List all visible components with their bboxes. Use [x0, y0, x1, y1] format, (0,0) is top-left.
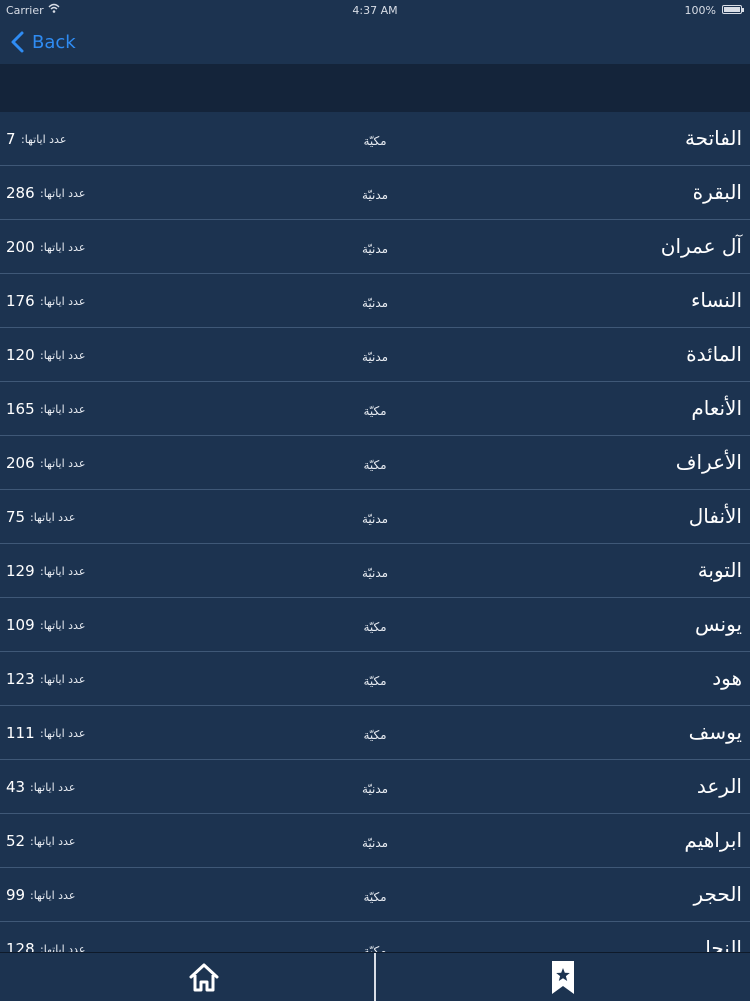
surah-revelation-type: مكيّة [363, 134, 387, 148]
surah-revelation-type: مكيّة [363, 620, 387, 634]
surah-name: التوبة [697, 558, 742, 582]
surah-name: الحجر [693, 882, 742, 906]
battery-percent: 100% [684, 4, 716, 17]
verse-count-label: عدد اياتها: [40, 403, 86, 416]
surah-row[interactable]: البقرة مدنيّة 286 عدد اياتها: [0, 166, 750, 220]
surah-name: يونس [695, 612, 742, 636]
surah-revelation-type: مكيّة [363, 404, 387, 418]
verse-count-label: عدد اياتها: [40, 187, 86, 200]
surah-name: ابراهيم [684, 828, 742, 852]
surah-list: الفاتحة مكيّة 7 عدد اياتها: البقرة مدنيّة 286 ع… [0, 112, 750, 952]
header-strip [0, 64, 750, 112]
verse-count: 206 [6, 454, 35, 472]
surah-row[interactable]: التوبة مدنيّة 129 عدد اياتها: [0, 544, 750, 598]
home-icon[interactable] [186, 959, 222, 995]
surah-revelation-type: مكيّة [363, 944, 387, 952]
verse-count: 75 [6, 508, 26, 526]
surah-revelation-type: مدنيّة [361, 836, 389, 850]
verse-count-label: عدد اياتها: [40, 295, 86, 308]
verse-count: 165 [6, 400, 35, 418]
surah-row[interactable]: الأعراف مكيّة 206 عدد اياتها: [0, 436, 750, 490]
verse-count: 7 [6, 130, 16, 148]
surah-name: المائدة [686, 342, 742, 366]
verse-count: 111 [6, 724, 35, 742]
verse-count-label: عدد اياتها: [40, 727, 86, 740]
back-label: Back [32, 31, 76, 53]
verse-count-label: عدد اياتها: [21, 133, 67, 146]
surah-row[interactable]: يونس مكيّة 109 عدد اياتها: [0, 598, 750, 652]
verse-count: 43 [6, 778, 26, 796]
verse-count: 128 [6, 940, 35, 952]
battery-icon [722, 5, 744, 14]
surah-name: النساء [690, 288, 742, 312]
verse-count: 52 [6, 832, 26, 850]
surah-row[interactable]: المائدة مدنيّة 120 عدد اياتها: [0, 328, 750, 382]
surah-revelation-type: مدنيّة [361, 296, 389, 310]
surah-revelation-type: مدنيّة [361, 242, 389, 256]
navigation-bar: Back [0, 20, 750, 64]
verse-count: 176 [6, 292, 35, 310]
surah-row[interactable]: الفاتحة مكيّة 7 عدد اياتها: [0, 112, 750, 166]
surah-name: هود [712, 666, 742, 690]
surah-name: يوسف [688, 720, 742, 744]
verse-count-label: عدد اياتها: [40, 565, 86, 578]
surah-name: الأنفال [688, 504, 742, 528]
surah-revelation-type: مدنيّة [361, 512, 389, 526]
surah-revelation-type: مدنيّة [361, 188, 389, 202]
surah-revelation-type: مكيّة [363, 890, 387, 904]
verse-count-label: عدد اياتها: [40, 241, 86, 254]
surah-name: الفاتحة [684, 126, 742, 150]
status-bar: Carrier 4:37 AM 100% [0, 0, 750, 20]
verse-count: 99 [6, 886, 26, 904]
surah-name: الرعد [696, 774, 742, 798]
tab-bar [0, 952, 750, 1001]
verse-count-label: عدد اياتها: [40, 349, 86, 362]
surah-row[interactable]: هود مكيّة 123 عدد اياتها: [0, 652, 750, 706]
bookmark-star-icon[interactable] [548, 959, 578, 997]
surah-revelation-type: مدنيّة [361, 566, 389, 580]
surah-revelation-type: مدنيّة [361, 782, 389, 796]
surah-row[interactable]: ابراهيم مدنيّة 52 عدد اياتها: [0, 814, 750, 868]
surah-row[interactable]: النحل مكيّة 128 عدد اياتها: [0, 922, 750, 952]
surah-revelation-type: مدنيّة [361, 350, 389, 364]
surah-row[interactable]: النساء مدنيّة 176 عدد اياتها: [0, 274, 750, 328]
back-button[interactable]: Back [8, 28, 76, 56]
verse-count-label: عدد اياتها: [40, 457, 86, 470]
verse-count: 200 [6, 238, 35, 256]
verse-count-label: عدد اياتها: [40, 673, 86, 686]
surah-row[interactable]: الحجر مكيّة 99 عدد اياتها: [0, 868, 750, 922]
verse-count: 123 [6, 670, 35, 688]
surah-name: آل عمران [660, 234, 742, 258]
verse-count-label: عدد اياتها: [40, 943, 86, 952]
verse-count: 286 [6, 184, 35, 202]
surah-row[interactable]: آل عمران مدنيّة 200 عدد اياتها: [0, 220, 750, 274]
verse-count-label: عدد اياتها: [30, 781, 76, 794]
verse-count-label: عدد اياتها: [30, 511, 76, 524]
surah-revelation-type: مكيّة [363, 458, 387, 472]
verse-count-label: عدد اياتها: [30, 835, 76, 848]
surah-row[interactable]: يوسف مكيّة 111 عدد اياتها: [0, 706, 750, 760]
surah-row[interactable]: الأنفال مدنيّة 75 عدد اياتها: [0, 490, 750, 544]
surah-revelation-type: مكيّة [363, 674, 387, 688]
surah-row[interactable]: الأنعام مكيّة 165 عدد اياتها: [0, 382, 750, 436]
verse-count-label: عدد اياتها: [30, 889, 76, 902]
chevron-left-icon [11, 31, 24, 53]
verse-count-label: عدد اياتها: [40, 619, 86, 632]
tab-divider [374, 953, 376, 1001]
surah-name: البقرة [692, 180, 742, 204]
surah-revelation-type: مكيّة [363, 728, 387, 742]
verse-count: 129 [6, 562, 35, 580]
surah-name: النحل [696, 936, 742, 952]
surah-name: الأنعام [691, 396, 742, 420]
verse-count: 109 [6, 616, 35, 634]
status-time: 4:37 AM [352, 4, 398, 17]
verse-count: 120 [6, 346, 35, 364]
surah-name: الأعراف [675, 450, 742, 474]
surah-row[interactable]: الرعد مدنيّة 43 عدد اياتها: [0, 760, 750, 814]
